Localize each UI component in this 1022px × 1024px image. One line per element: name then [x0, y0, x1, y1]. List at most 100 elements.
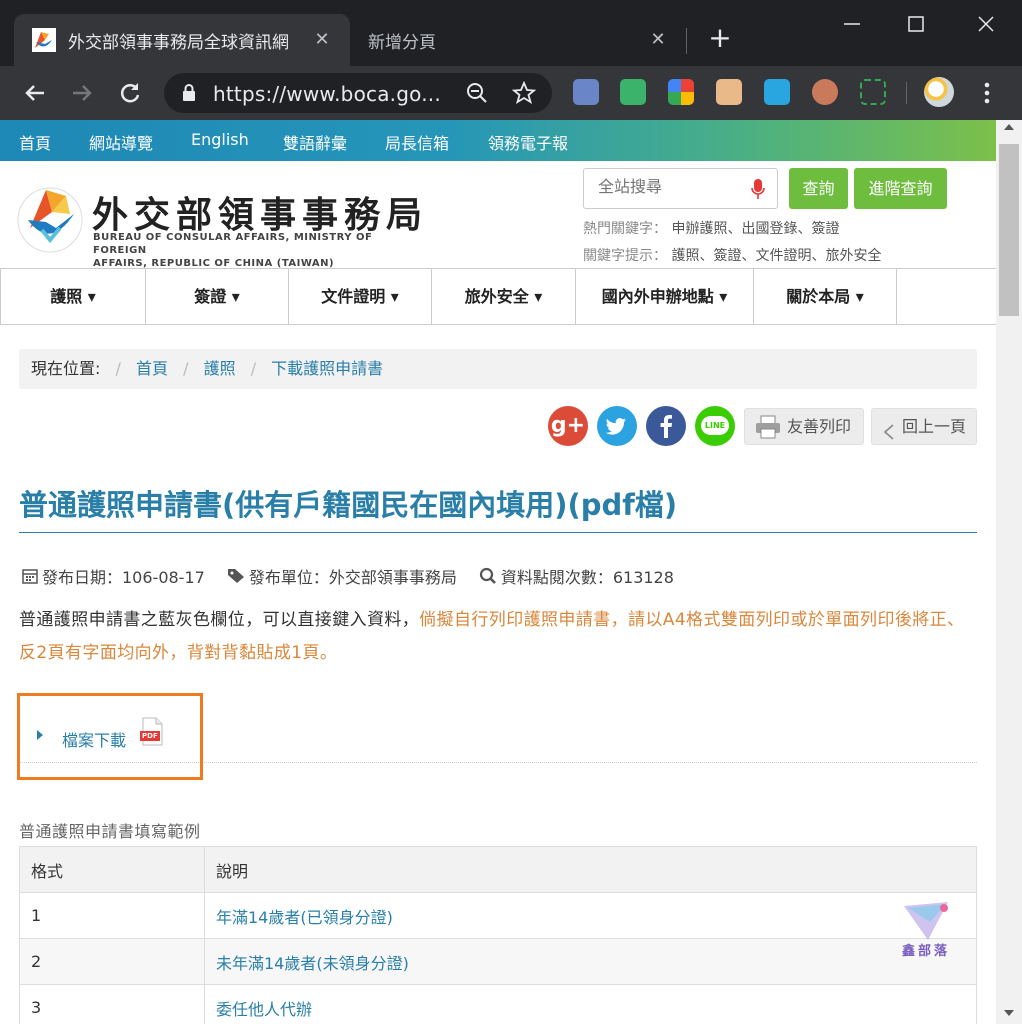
breadcrumb-separator: /	[115, 359, 121, 378]
print-label: 友善列印	[787, 417, 852, 436]
hot-keywords-values[interactable]: 申辦護照、出國登錄、簽證	[671, 221, 839, 237]
nav-visa[interactable]: 簽證 ▾	[146, 269, 289, 324]
close-tab-icon[interactable]: ✕	[310, 28, 334, 52]
view-count-text: 資料點閱次數：613128	[500, 568, 674, 587]
nav-about[interactable]: 關於本局 ▾	[754, 269, 897, 324]
extension-owl-icon[interactable]	[812, 79, 838, 105]
column-header-format: 格式	[19, 846, 205, 893]
printer-icon	[755, 415, 781, 451]
tab-active[interactable]: 外交部領事事務局全球資訊網 ✕	[14, 14, 350, 66]
breadcrumb-separator: /	[250, 359, 257, 378]
profile-avatar[interactable]	[924, 77, 954, 107]
toolbar-divider	[906, 82, 907, 104]
table-caption: 普通護照申請書填寫範例	[19, 822, 201, 841]
keyword-hints-values[interactable]: 護照、簽證、文件證明、旅外安全	[671, 248, 881, 264]
extension-color-icon[interactable]	[668, 79, 694, 105]
extension-capture-icon[interactable]	[860, 79, 886, 105]
print-button[interactable]: 友善列印	[744, 408, 864, 445]
table-row: 2 未年滿14歲者(未領身分證)	[19, 938, 977, 985]
advanced-search-button[interactable]: 進階查詢	[854, 168, 947, 209]
breadcrumb-current[interactable]: 下載護照申請書	[271, 359, 383, 378]
extension-face-icon[interactable]	[716, 79, 742, 105]
keyword-hints: 關鍵字提示： 護照、簽證、文件證明、旅外安全	[583, 245, 881, 265]
watermark-text: 鑫部落	[902, 944, 951, 959]
close-tab-icon[interactable]: ✕	[646, 28, 670, 52]
scroll-up-arrow-icon[interactable]	[1004, 124, 1014, 130]
breadcrumb-home[interactable]: 首頁	[136, 359, 168, 378]
microphone-icon[interactable]	[751, 178, 765, 204]
page-scrollbar[interactable]	[996, 120, 1022, 1024]
lock-icon	[182, 84, 196, 106]
title-divider	[19, 532, 977, 533]
url-text: https://www.boca.go...	[213, 82, 441, 106]
breadcrumb-passport[interactable]: 護照	[204, 359, 236, 378]
nav-travel-safety[interactable]: 旅外安全 ▾	[432, 269, 576, 324]
forward-arrow-icon[interactable]	[67, 78, 97, 108]
extension-notes-icon[interactable]	[573, 79, 599, 105]
minimize-icon[interactable]	[838, 10, 866, 38]
tab-title: 外交部領事事務局全球資訊網	[68, 32, 289, 53]
site-search-box[interactable]	[583, 168, 778, 209]
tab-new[interactable]: 新增分頁 ✕	[350, 14, 686, 66]
zoom-icon[interactable]	[466, 82, 488, 108]
reload-icon[interactable]	[115, 78, 145, 108]
table-cell-number: 3	[19, 984, 205, 1024]
page-title: 普通護照申請書(供有戶籍國民在國內填用)(pdf檔)	[19, 488, 678, 522]
breadcrumb-label: 現在位置:	[31, 359, 101, 378]
breadcrumb: 現在位置: / 首頁 / 護照 / 下載護照申請書	[19, 349, 977, 389]
table-cell-link[interactable]: 未年滿14歲者(未領身分證)	[204, 938, 977, 985]
table-cell-number: 1	[19, 892, 205, 939]
scroll-down-arrow-icon[interactable]	[1004, 1010, 1014, 1016]
facebook-share-icon[interactable]	[646, 406, 686, 446]
table-row: 3 委任他人代辦	[19, 984, 977, 1024]
site-favicon-icon	[32, 28, 56, 52]
nav-passport[interactable]: 護照 ▾	[0, 269, 146, 324]
toplink-newsletter[interactable]: 領務電子報	[488, 130, 568, 154]
publish-date: 發布日期：106-08-17	[22, 564, 205, 588]
description-text: 普通護照申請書之藍灰色欄位，可以直接鍵入資料，	[19, 610, 420, 630]
menu-dots-icon[interactable]	[978, 79, 996, 107]
table-cell-link[interactable]: 年滿14歲者(已領身分證)	[204, 892, 977, 939]
highlight-box	[17, 693, 203, 780]
article-meta: 發布日期：106-08-17 發布單位：外交部領事事務局 資料點閱次數：6131…	[22, 564, 696, 588]
toplink-sitemap[interactable]: 網站導覽	[89, 130, 153, 154]
toplink-glossary[interactable]: 雙語辭彙	[283, 130, 347, 154]
breadcrumb-separator: /	[183, 359, 189, 378]
new-tab-button[interactable]: +	[706, 24, 734, 52]
toplink-english[interactable]: English	[191, 130, 249, 149]
nav-documents[interactable]: 文件證明 ▾	[289, 269, 432, 324]
tab-title: 新增分頁	[368, 32, 436, 53]
hot-keywords-label: 熱門關鍵字：	[583, 221, 667, 237]
scrollbar-thumb[interactable]	[999, 144, 1019, 316]
table-header-row: 格式 說明	[19, 846, 977, 893]
twitter-share-icon[interactable]	[597, 406, 637, 446]
google-plus-share-icon[interactable]: g+	[548, 406, 588, 446]
extension-share-icon[interactable]	[764, 79, 790, 105]
bookmark-star-icon[interactable]	[511, 80, 537, 109]
search-input[interactable]	[598, 177, 748, 196]
line-share-icon[interactable]: LINE	[695, 406, 735, 446]
browser-window: 外交部領事事務局全球資訊網 ✕ 新增分頁 ✕ + https://www.boc…	[0, 0, 1022, 1024]
table-cell-number: 2	[19, 938, 205, 985]
tag-icon	[227, 569, 244, 583]
nav-locations[interactable]: 國內外申辦地點 ▾	[576, 269, 754, 324]
publish-date-text: 發布日期：106-08-17	[42, 568, 205, 587]
search-button[interactable]: 查詢	[789, 168, 848, 209]
site-logo[interactable]	[16, 180, 84, 256]
address-bar[interactable]: https://www.boca.go...	[164, 73, 552, 113]
web-page: 首頁 網站導覽 English 雙語辭彙 局長信箱 領務電子報 外交部領事事務局…	[0, 120, 996, 1024]
keyword-hints-label: 關鍵字提示：	[583, 248, 667, 264]
back-button[interactable]: 回上一頁	[871, 408, 977, 445]
column-header-description: 說明	[204, 846, 977, 893]
maximize-icon[interactable]	[902, 10, 930, 38]
toplink-home[interactable]: 首頁	[19, 130, 51, 154]
toplink-mailbox[interactable]: 局長信箱	[385, 130, 449, 154]
extension-mail-icon[interactable]	[620, 79, 646, 105]
site-title-english-line1: BUREAU OF CONSULAR AFFAIRS, MINISTRY OF …	[93, 232, 373, 256]
back-arrow-icon[interactable]	[20, 78, 50, 108]
table-cell-link[interactable]: 委任他人代辦	[204, 984, 977, 1024]
tab-strip: 外交部領事事務局全球資訊網 ✕ 新增分頁 ✕ +	[0, 0, 1022, 66]
back-label: 回上一頁	[902, 417, 967, 436]
hot-keywords: 熱門關鍵字： 申辦護照、出國登錄、簽證	[583, 218, 839, 238]
close-window-icon[interactable]	[972, 10, 1000, 38]
